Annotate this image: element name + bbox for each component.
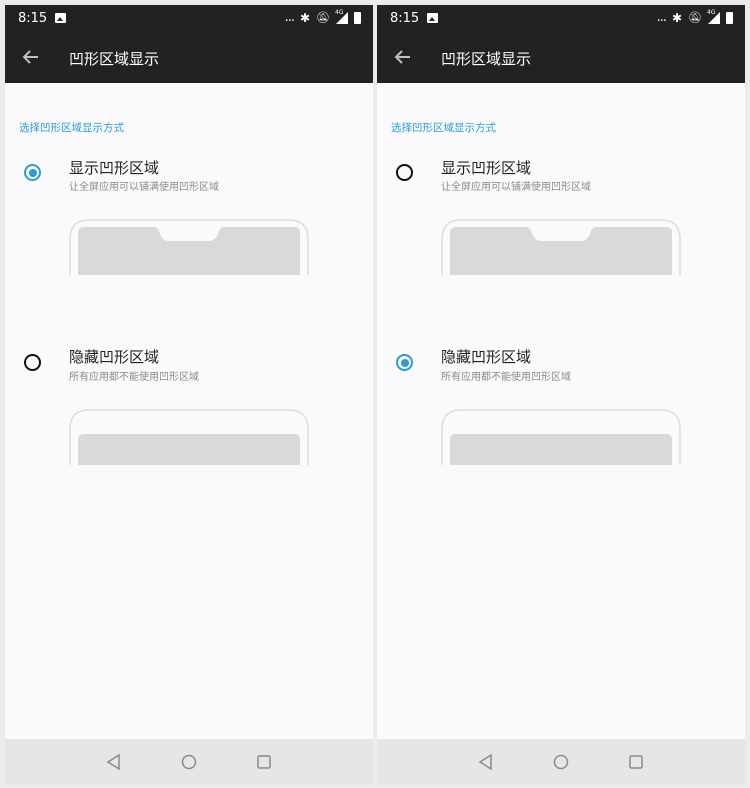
battery-icon <box>726 11 733 24</box>
option-title: 隐藏凹形区域 <box>69 348 160 366</box>
section-header: 选择凹形区域显示方式 <box>391 122 496 134</box>
more-notifications-icon: ... <box>284 10 295 25</box>
radio-hide-notch[interactable] <box>24 354 41 371</box>
option-subtitle: 让全屏应用可以铺满使用凹形区域 <box>69 182 219 193</box>
status-time: 8:15 <box>18 11 48 26</box>
status-time: 8:15 <box>390 11 420 26</box>
radio-show-notch[interactable] <box>24 164 41 181</box>
app-toolbar: 凹形区域显示 <box>377 33 745 83</box>
app-toolbar: 凹形区域显示 <box>5 33 373 83</box>
bluetooth-icon: ✱ <box>671 10 683 25</box>
nav-back-icon[interactable] <box>105 753 123 771</box>
more-notifications-icon: ... <box>656 10 667 25</box>
bell-off-icon: 🔕︎ <box>688 11 702 24</box>
signal-icon: 4G <box>335 8 348 24</box>
back-arrow-icon[interactable] <box>21 47 41 67</box>
back-arrow-icon[interactable] <box>393 47 413 67</box>
image-icon <box>427 13 438 23</box>
page-title: 凹形区域显示 <box>69 50 160 68</box>
navigation-bar <box>5 739 373 785</box>
option-title: 隐藏凹形区域 <box>441 348 532 366</box>
notch-preview-hidden <box>441 409 681 465</box>
option-title: 显示凹形区域 <box>441 159 532 177</box>
nav-recents-icon[interactable] <box>627 753 645 771</box>
network-type: 4G <box>707 8 716 16</box>
nav-home-icon[interactable] <box>552 753 570 771</box>
phone-screen-left: 8:15 ... ✱ 🔕︎ 4G 凹形区域显示 选择凹形区域显示方式 显示凹形区… <box>5 5 373 785</box>
nav-back-icon[interactable] <box>477 753 495 771</box>
option-subtitle: 所有应用都不能使用凹形区域 <box>441 372 571 383</box>
page-title: 凹形区域显示 <box>441 50 532 68</box>
notch-preview-shown <box>441 219 681 275</box>
image-icon <box>55 13 66 23</box>
nav-recents-icon[interactable] <box>255 753 273 771</box>
option-subtitle: 让全屏应用可以铺满使用凹形区域 <box>441 182 591 193</box>
radio-hide-notch[interactable] <box>396 354 413 371</box>
battery-icon <box>354 11 361 24</box>
phone-screen-right: 8:15 ... ✱ 🔕︎ 4G 凹形区域显示 选择凹形区域显示方式 显示凹形区… <box>377 5 745 785</box>
nav-home-icon[interactable] <box>180 753 198 771</box>
option-title: 显示凹形区域 <box>69 159 160 177</box>
status-bar: 8:15 ... ✱ 🔕︎ 4G <box>5 5 373 33</box>
network-type: 4G <box>335 8 344 16</box>
bell-off-icon: 🔕︎ <box>316 11 330 24</box>
section-header: 选择凹形区域显示方式 <box>19 122 124 134</box>
bluetooth-icon: ✱ <box>299 10 311 25</box>
option-subtitle: 所有应用都不能使用凹形区域 <box>69 372 199 383</box>
signal-icon: 4G <box>707 8 720 24</box>
navigation-bar <box>377 739 745 785</box>
status-bar: 8:15 ... ✱ 🔕︎ 4G <box>377 5 745 33</box>
notch-preview-shown <box>69 219 309 275</box>
notch-preview-hidden <box>69 409 309 465</box>
radio-show-notch[interactable] <box>396 164 413 181</box>
